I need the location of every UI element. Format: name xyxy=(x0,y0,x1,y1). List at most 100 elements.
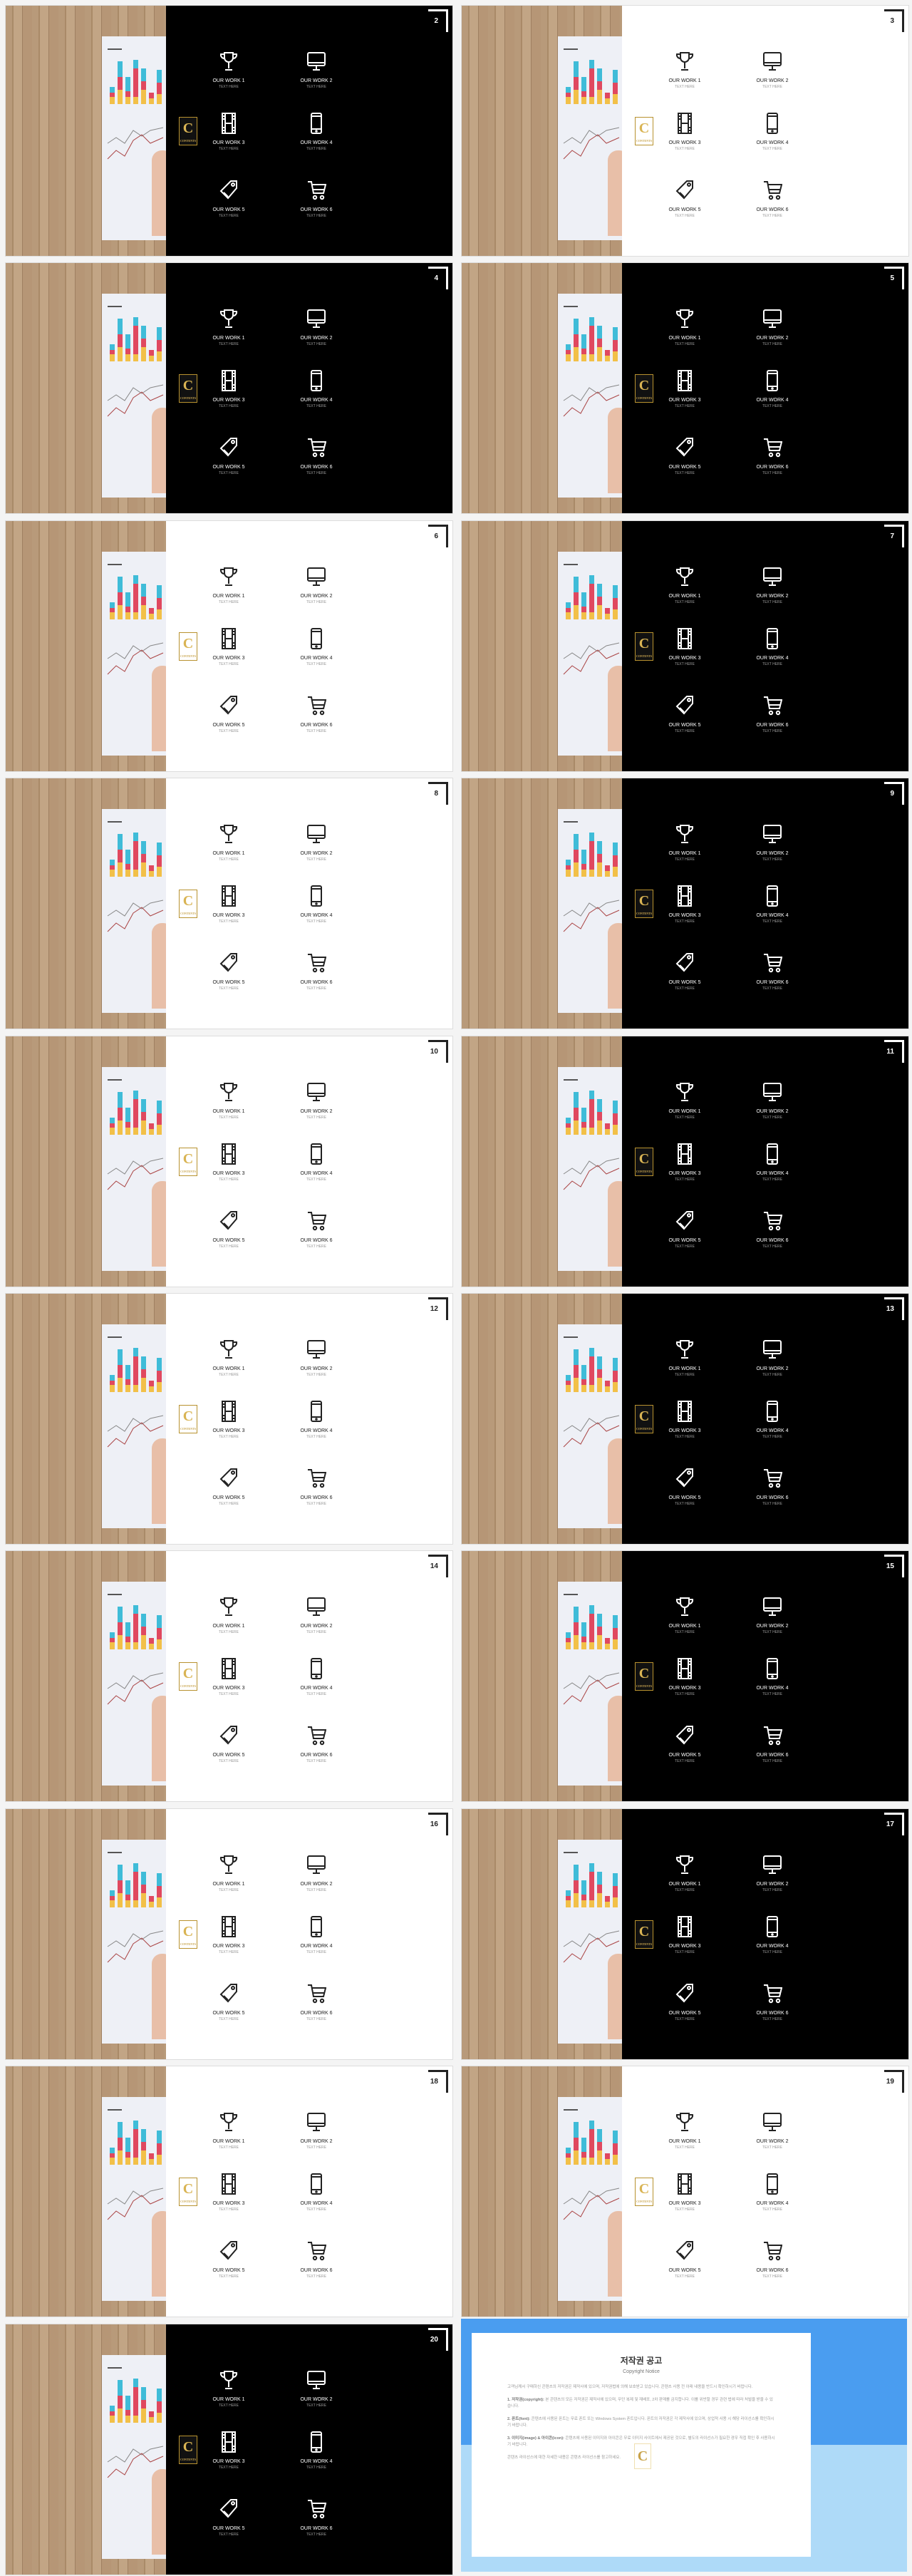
work-title: OUR WORK 2 xyxy=(300,593,333,599)
paper-chart-bar xyxy=(566,1642,571,1650)
work-title: OUR WORK 4 xyxy=(756,1428,789,1433)
paper-chart-bar xyxy=(110,2411,115,2416)
slide-thumbnail[interactable]: 14 C CONTENTS OUR WORK 1 TEXT HERE OUR WO… xyxy=(0,1545,456,1803)
paper-chart-bar xyxy=(581,77,586,91)
trophy-icon xyxy=(675,567,694,586)
logo-word: CONTENTS xyxy=(636,1169,652,1173)
film-icon xyxy=(222,1658,236,1680)
slide-thumbnail[interactable]: 11 C CONTENTS OUR WORK 1 TEXT HERE OUR WO… xyxy=(456,1031,912,1288)
work-title: OUR WORK 1 xyxy=(212,336,245,341)
paper-bar-chart xyxy=(566,315,623,362)
work-title: OUR WORK 1 xyxy=(212,2396,245,2402)
paper-chart-bar xyxy=(566,860,571,866)
slide-thumbnail[interactable]: 6 C CONTENTS OUR WORK 1 TEXT HERE OUR WOR… xyxy=(0,515,456,773)
logo-letter: C xyxy=(182,1408,194,1424)
paper-chart-bar xyxy=(141,339,146,348)
paper-chart-bar xyxy=(589,354,594,362)
slide-thumbnail[interactable]: 8 C CONTENTS OUR WORK 1 TEXT HERE OUR WOR… xyxy=(0,773,456,1030)
work-title: OUR WORK 3 xyxy=(668,913,701,919)
paper-chart-bar xyxy=(566,870,571,877)
work-title: OUR WORK 2 xyxy=(756,593,789,599)
paper-chart-bar xyxy=(110,93,115,97)
paper-chart-bar xyxy=(574,1622,579,1636)
paper-chart-bar xyxy=(125,1622,130,1637)
paper-chart-bar xyxy=(157,1382,162,1392)
paper-chart-bar xyxy=(605,1128,610,1135)
paper-chart-bar xyxy=(133,1090,138,1099)
logo-letter: C xyxy=(182,1923,194,1939)
monitor-icon xyxy=(763,52,782,71)
work-subtitle: TEXT HERE xyxy=(306,599,326,604)
slide-thumbnail[interactable]: 17 C CONTENTS OUR WORK 1 TEXT HERE OUR WO… xyxy=(456,1803,912,2061)
chart-paper xyxy=(102,1066,173,1271)
paper-chart-bar xyxy=(133,1900,138,1907)
paper-chart-bar xyxy=(118,90,123,104)
paper-chart-bar xyxy=(574,850,579,863)
cart-icon xyxy=(308,2499,327,2518)
paper-chart-bar xyxy=(157,340,162,352)
work-subtitle: TEXT HERE xyxy=(306,2016,326,2021)
paper-chart-bar xyxy=(118,834,123,850)
slide-thumbnail[interactable]: 2 C CONTENTS OUR WORK 1 TEXT HERE OUR WOR… xyxy=(0,0,456,257)
work-subtitle: TEXT HERE xyxy=(219,1115,239,1120)
slide-thumbnail[interactable]: 15 C CONTENTS OUR WORK 1 TEXT HERE OUR WO… xyxy=(456,1545,912,1803)
work-title: OUR WORK 4 xyxy=(756,655,789,661)
work-subtitle: TEXT HERE xyxy=(762,147,782,151)
paper-chart-bar xyxy=(157,94,162,104)
slide-thumbnail[interactable]: 18 C CONTENTS OUR WORK 1 TEXT HERE OUR WO… xyxy=(0,2061,456,2318)
work-item: OUR WORK 4 TEXT HERE xyxy=(284,885,348,924)
work-title: OUR WORK 5 xyxy=(668,207,701,212)
paper-chart-bar xyxy=(589,1642,594,1650)
slide-thumbnail[interactable]: 4 C CONTENTS OUR WORK 1 TEXT HERE OUR WOR… xyxy=(0,257,456,515)
work-title: OUR WORK 4 xyxy=(756,913,789,919)
monitor-icon xyxy=(307,52,326,71)
work-item: OUR WORK 5 TEXT HERE xyxy=(197,2498,261,2537)
slide-thumbnail[interactable]: 3 C CONTENTS OUR WORK 1 TEXT HERE OUR WOR… xyxy=(456,0,912,257)
paper-chart-bar xyxy=(118,1880,123,1893)
logo-word: CONTENTS xyxy=(180,139,196,143)
work-title: OUR WORK 4 xyxy=(300,655,333,661)
work-title: OUR WORK 4 xyxy=(300,1686,333,1691)
monitor-icon xyxy=(307,2113,326,2132)
monitor-icon xyxy=(763,1082,782,1101)
slide-thumbnail[interactable]: 9 C CONTENTS OUR WORK 1 TEXT HERE OUR WOR… xyxy=(456,773,912,1030)
work-subtitle: TEXT HERE xyxy=(219,1435,239,1439)
work-item: OUR WORK 1 TEXT HERE xyxy=(197,1338,261,1377)
slide-thumbnail[interactable]: 7 C CONTENTS OUR WORK 1 TEXT HERE OUR WOR… xyxy=(456,515,912,773)
work-subtitle: TEXT HERE xyxy=(762,661,782,666)
work-item: OUR WORK 2 TEXT HERE xyxy=(740,307,804,346)
paper-chart-bar xyxy=(597,596,602,605)
slide-thumbnail[interactable]: 19 C CONTENTS OUR WORK 1 TEXT HERE OUR WO… xyxy=(456,2061,912,2318)
paper-chart-bar xyxy=(605,2159,610,2165)
work-title: OUR WORK 5 xyxy=(212,1495,245,1500)
paper-chart-bar xyxy=(149,1638,154,1644)
paper-chart-bar xyxy=(605,1638,610,1644)
chart-paper xyxy=(102,551,173,756)
paper-chart-bar xyxy=(110,2415,115,2423)
slide-thumbnail[interactable]: 13 C CONTENTS OUR WORK 1 TEXT HERE OUR WO… xyxy=(456,1288,912,1545)
work-title: OUR WORK 6 xyxy=(300,1753,333,1758)
desk-photo xyxy=(462,1294,629,1544)
slide-thumbnail[interactable]: 20 C CONTENTS OUR WORK 1 TEXT HERE OUR WO… xyxy=(0,2319,456,2576)
slide-thumbnail[interactable]: 12 C CONTENTS OUR WORK 1 TEXT HERE OUR WO… xyxy=(0,1288,456,1545)
work-item: OUR WORK 6 TEXT HERE xyxy=(740,694,804,733)
slide-thumbnail[interactable]: 10 C CONTENTS OUR WORK 1 TEXT HERE OUR WO… xyxy=(0,1031,456,1288)
paper-chart-bar xyxy=(613,2143,618,2155)
paper-chart-bar xyxy=(574,61,579,77)
paper-chart-bar xyxy=(118,592,123,605)
work-title: OUR WORK 3 xyxy=(212,913,245,919)
slide-thumbnail[interactable]: 5 C CONTENTS OUR WORK 1 TEXT HERE OUR WOR… xyxy=(456,257,912,515)
paper-chart-bar xyxy=(133,1098,138,1128)
monitor-icon xyxy=(307,567,326,586)
work-title: OUR WORK 5 xyxy=(212,980,245,986)
work-item: OUR WORK 1 TEXT HERE xyxy=(653,307,717,346)
content-panel: 3 C CONTENTS OUR WORK 1 TEXT HERE OUR WOR… xyxy=(622,6,908,256)
slide-thumbnail[interactable]: 16 C CONTENTS OUR WORK 1 TEXT HERE OUR WO… xyxy=(0,1803,456,2061)
brand-logo: C CONTENTS xyxy=(179,374,197,403)
paper-chart-bar xyxy=(597,1356,602,1369)
paper-chart-bar xyxy=(597,1369,602,1378)
paper-chart-bar xyxy=(125,606,130,612)
monitor-icon xyxy=(307,825,326,844)
work-title: OUR WORK 3 xyxy=(668,1686,701,1691)
work-item: OUR WORK 5 TEXT HERE xyxy=(197,436,261,475)
